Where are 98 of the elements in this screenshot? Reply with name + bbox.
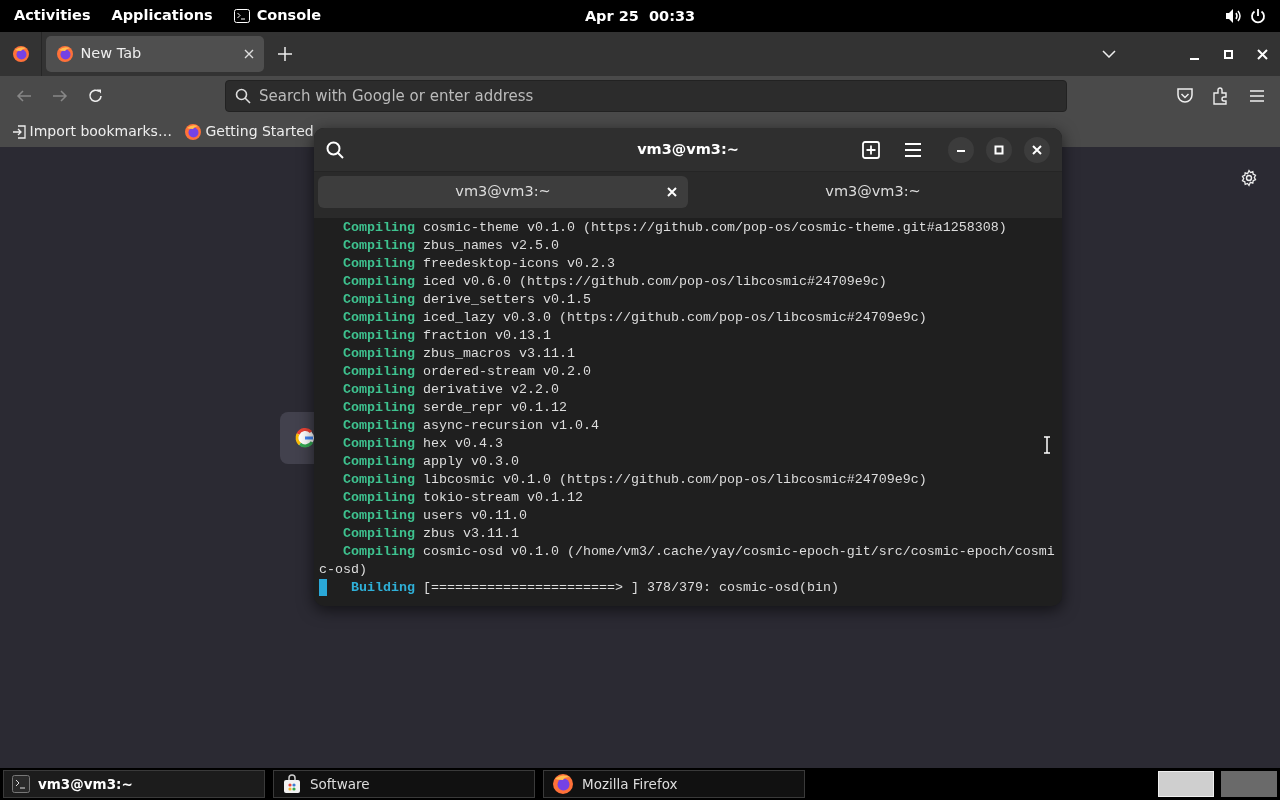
output-line: hex v0.4.3 (422, 435, 503, 453)
search-button[interactable] (326, 140, 344, 159)
pocket-icon[interactable] (1176, 87, 1194, 105)
output-line: users v0.11.0 (422, 507, 527, 525)
output-line: apply v0.3.0 (422, 453, 519, 471)
back-button[interactable] (14, 88, 34, 104)
forward-button[interactable] (50, 88, 70, 104)
settings-button[interactable] (1240, 169, 1258, 187)
applications-menu[interactable]: Applications (111, 5, 213, 27)
puzzle-icon[interactable] (1212, 87, 1230, 105)
firefox-logo-icon (11, 45, 30, 63)
status-label: Compiling (342, 327, 415, 345)
status-label: Compiling (342, 273, 415, 291)
settings-icon (1240, 169, 1258, 187)
minimize-button[interactable] (948, 136, 974, 163)
text-cursor (319, 579, 327, 596)
workspace-thumbnail[interactable] (1221, 771, 1277, 797)
output-line: zbus_macros v3.11.1 (422, 345, 575, 363)
status-label: Compiling (342, 345, 415, 363)
shopping-bag-icon (282, 774, 302, 794)
volume-icon[interactable] (1225, 8, 1243, 24)
output-line: freedesktop-icons v0.2.3 (422, 255, 615, 273)
text-cursor-icon (1043, 436, 1051, 454)
status-label: Compiling (342, 399, 415, 417)
status-label: Compiling (342, 291, 415, 309)
status-label: Compiling (342, 219, 415, 237)
status-label: Compiling (342, 381, 415, 399)
output-line: serde_repr v0.1.12 (422, 399, 567, 417)
status-label: Compiling (342, 543, 415, 561)
menu-icon (904, 141, 922, 158)
search-icon (326, 140, 344, 159)
clock[interactable]: Apr 25 00:33 (584, 6, 696, 28)
output-line: [=======================> ] 378/379: cosmic-osd(bin) (422, 579, 839, 597)
search-icon (235, 88, 251, 104)
app-menu[interactable]: Console (233, 5, 321, 27)
forward-icon (52, 88, 68, 104)
close-button[interactable] (1024, 136, 1050, 163)
close-icon (1256, 48, 1268, 60)
terminal-tab[interactable]: vm3@vm3:~ (688, 176, 1058, 208)
output-line: derivative v2.2.0 (422, 381, 559, 399)
output-line: cosmic-osd v0.1.0 (/home/vm3/.cache/yay/cosmic-epoch-git/src/cosmic-epoch/cosmi (422, 543, 1055, 561)
status-label: Compiling (342, 435, 415, 453)
back-icon (16, 88, 32, 104)
status-label: Compiling (342, 471, 415, 489)
maximize-button[interactable] (986, 136, 1012, 163)
shortcut-tile[interactable] (280, 412, 314, 464)
taskbar-item[interactable]: vm3@vm3:~ (3, 770, 265, 798)
address-bar[interactable]: Search with Google or enter address (225, 80, 1067, 112)
status-label: Compiling (342, 489, 415, 507)
status-label: Compiling (342, 525, 415, 543)
list-tabs-button[interactable] (1102, 50, 1116, 58)
window-title: vm3@vm3:~ (637, 139, 739, 159)
output-line: zbus_names v2.5.0 (422, 237, 559, 255)
new-tab-button[interactable] (862, 140, 880, 159)
status-label: Compiling (342, 237, 415, 255)
terminal-icon (12, 775, 30, 793)
firefox-logo-icon (55, 45, 74, 63)
chevron-down-icon (1102, 50, 1116, 58)
status-label: Building (349, 579, 415, 597)
bookmark[interactable]: Import bookmarks… (12, 121, 172, 142)
output-line: cosmic-theme v0.1.0 (https://github.com/pop-os/cosmic-theme.git#a1258308) (422, 219, 1007, 237)
output-line: async-recursion v1.0.4 (422, 417, 599, 435)
output-line: zbus v3.11.1 (422, 525, 519, 543)
sign-in-icon (12, 124, 26, 139)
plus-box-icon (862, 140, 880, 159)
plus-icon (277, 47, 292, 61)
status-label: Compiling (342, 255, 415, 273)
terminal-icon (233, 9, 250, 23)
output-line: tokio-stream v0.1.12 (422, 489, 583, 507)
output-line: c-osd) (319, 561, 367, 579)
output-line: ordered-stream v0.2.0 (422, 363, 591, 381)
maximize-icon (1223, 49, 1233, 59)
status-label: Compiling (342, 363, 415, 381)
status-label: Compiling (342, 309, 415, 327)
output-line: fraction v0.13.1 (422, 327, 551, 345)
minimize-icon (1189, 58, 1199, 60)
close-button[interactable] (1256, 48, 1268, 60)
browser-tab[interactable]: New Tab (45, 36, 264, 72)
status-label: Compiling (342, 453, 415, 471)
activities-button[interactable]: Activities (14, 5, 91, 27)
taskbar-item[interactable]: Software (273, 770, 535, 798)
reload-icon (88, 88, 104, 104)
close-icon[interactable] (243, 49, 254, 59)
maximize-button[interactable] (1222, 48, 1234, 60)
output-line: iced_lazy v0.3.0 (https://github.com/pop-os/libcosmic#24709e9c) (422, 309, 927, 327)
firefox-logo-icon (552, 773, 574, 795)
firefox-logo-icon (183, 122, 202, 141)
output-line: iced v0.6.0 (https://github.com/pop-os/libcosmic#24709e9c) (422, 273, 887, 291)
output-line: derive_setters v0.1.5 (422, 291, 591, 309)
menu-button[interactable] (904, 141, 922, 158)
terminal-tab[interactable]: vm3@vm3:~ (318, 176, 688, 208)
bookmark[interactable]: Getting Started (183, 121, 314, 142)
output-line: libcosmic v0.1.0 (https://github.com/pop-os/libcosmic#24709e9c) (422, 471, 927, 489)
taskbar-item[interactable]: Mozilla Firefox (543, 770, 805, 798)
menu-icon[interactable] (1248, 87, 1266, 105)
power-icon[interactable] (1250, 8, 1266, 24)
status-label: Compiling (342, 507, 415, 525)
status-label: Compiling (342, 417, 415, 435)
